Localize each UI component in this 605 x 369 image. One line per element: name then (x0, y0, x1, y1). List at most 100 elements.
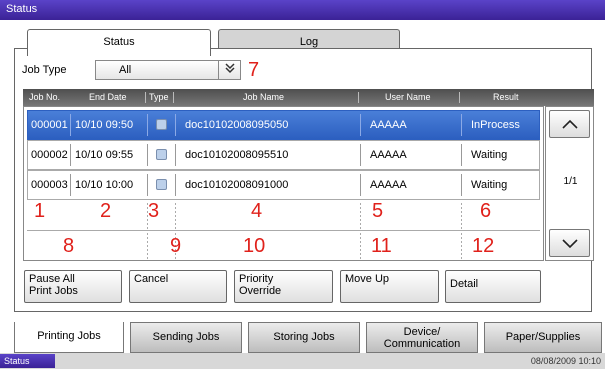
result: Waiting (471, 179, 508, 191)
job-list-header: Job No. End Date Type Job Name User Name… (23, 89, 594, 106)
tab-storing-jobs[interactable]: Storing Jobs (248, 322, 360, 353)
cell-divider (70, 144, 71, 166)
user-name: AAAAA (370, 119, 407, 131)
cell-divider (360, 174, 361, 196)
double-chevron-down-icon[interactable] (218, 61, 240, 79)
priority-label-line2: Override (239, 285, 282, 297)
priority-override-button[interactable]: Priority Override (234, 270, 333, 303)
job-list: 000001 10/10 09:50 doc10102008095050 AAA… (23, 106, 544, 261)
job-name: doc10102008091000 (185, 179, 289, 191)
scroll-panel: 1/1 (545, 106, 594, 261)
column-divider (461, 233, 462, 259)
cell-divider (461, 174, 462, 196)
row-divider (27, 230, 540, 231)
callout-10: 10 (243, 235, 266, 257)
result: InProcess (471, 119, 520, 131)
callout-12: 12 (472, 235, 495, 257)
cell-divider (175, 174, 176, 196)
tab-device-label-line1: Device/ (403, 326, 441, 338)
callout-5: 5 (372, 200, 384, 222)
job-type-select[interactable]: All (95, 60, 241, 80)
print-job-icon (156, 149, 167, 160)
callout-3: 3 (148, 200, 160, 222)
pause-label-line2: Print Jobs (29, 285, 78, 297)
callout-6: 6 (480, 200, 492, 222)
cancel-button[interactable]: Cancel (129, 270, 227, 303)
cancel-label: Cancel (134, 273, 169, 285)
cell-divider (70, 174, 71, 196)
tab-sending-jobs[interactable]: Sending Jobs (130, 322, 242, 353)
column-divider (360, 203, 361, 229)
job-type-label: Job Type (22, 64, 67, 76)
cell-divider (147, 174, 148, 196)
status-bar-label: Status (0, 354, 55, 368)
tab-sending-jobs-label: Sending Jobs (152, 331, 220, 343)
tab-printing-jobs-label: Printing Jobs (37, 330, 101, 342)
user-name: AAAAA (370, 179, 407, 191)
callout-11: 11 (371, 235, 392, 257)
print-job-icon (156, 119, 167, 130)
tab-log-label: Log (299, 36, 319, 48)
tab-status[interactable]: Status (27, 29, 211, 56)
move-up-label: Move Up (345, 273, 390, 285)
table-row[interactable]: 000003 10/10 10:00 doc10102008091000 AAA… (27, 170, 540, 200)
cell-divider (147, 114, 148, 136)
col-user-name: User Name (385, 92, 431, 102)
job-no: 000001 (31, 119, 68, 131)
col-end-date: End Date (89, 92, 127, 102)
callout-9: 9 (170, 235, 182, 257)
job-name: doc10102008095510 (185, 149, 289, 161)
detail-label: Detail (450, 278, 479, 290)
tab-device-communication[interactable]: Device/ Communication (366, 322, 478, 353)
status-bar: Status 08/08/2009 10:10 (0, 353, 605, 369)
status-bar-datetime: 08/08/2009 10:10 (530, 356, 601, 366)
table-row[interactable]: 000001 10/10 09:50 doc10102008095050 AAA… (27, 110, 540, 140)
job-name: doc10102008095050 (185, 119, 289, 131)
header-divider (358, 92, 359, 103)
scroll-up-button[interactable] (549, 110, 590, 138)
print-job-icon (156, 179, 167, 190)
scroll-down-button[interactable] (549, 229, 590, 257)
page-indicator: 1/1 (563, 176, 578, 187)
tab-status-label: Status (103, 36, 135, 48)
job-no: 000002 (31, 149, 68, 161)
header-divider (173, 92, 174, 103)
tab-paper-supplies[interactable]: Paper/Supplies (484, 322, 602, 353)
cell-divider (461, 144, 462, 166)
table-row[interactable]: 000002 10/10 09:55 doc10102008095510 AAA… (27, 140, 540, 170)
detail-button[interactable]: Detail (445, 270, 541, 303)
result: Waiting (471, 149, 508, 161)
callout-4: 4 (251, 200, 263, 222)
cell-divider (147, 144, 148, 166)
window-title-text: Status (6, 3, 38, 15)
col-result: Result (493, 92, 519, 102)
cell-divider (70, 114, 71, 136)
column-divider (461, 203, 462, 229)
priority-label-line1: Priority (239, 273, 274, 285)
cell-divider (461, 114, 462, 136)
cell-divider (360, 114, 361, 136)
col-type: Type (149, 92, 169, 102)
cell-divider (360, 144, 361, 166)
chevron-up-icon (561, 119, 578, 129)
job-no: 000003 (31, 179, 68, 191)
col-job-name: Job Name (243, 92, 285, 102)
pause-label-line1: Pause All (29, 273, 75, 285)
tab-printing-jobs[interactable]: Printing Jobs (14, 322, 124, 353)
move-up-button[interactable]: Move Up (340, 270, 439, 303)
tab-paper-supplies-label: Paper/Supplies (505, 331, 581, 343)
end-date: 10/10 09:55 (75, 149, 134, 161)
pause-all-print-jobs-button[interactable]: Pause All Print Jobs (24, 270, 122, 303)
end-date: 10/10 09:50 (75, 119, 134, 131)
tab-storing-jobs-label: Storing Jobs (273, 331, 335, 343)
cell-divider (175, 114, 176, 136)
callout-2: 2 (100, 200, 112, 222)
callout-1: 1 (34, 200, 46, 222)
header-divider (459, 92, 460, 103)
window-title: Status (0, 0, 605, 20)
callout-8: 8 (63, 235, 75, 257)
column-divider (175, 203, 176, 229)
tab-device-label-line2: Communication (383, 338, 461, 350)
col-job-no: Job No. (29, 92, 61, 102)
column-divider (360, 233, 361, 259)
